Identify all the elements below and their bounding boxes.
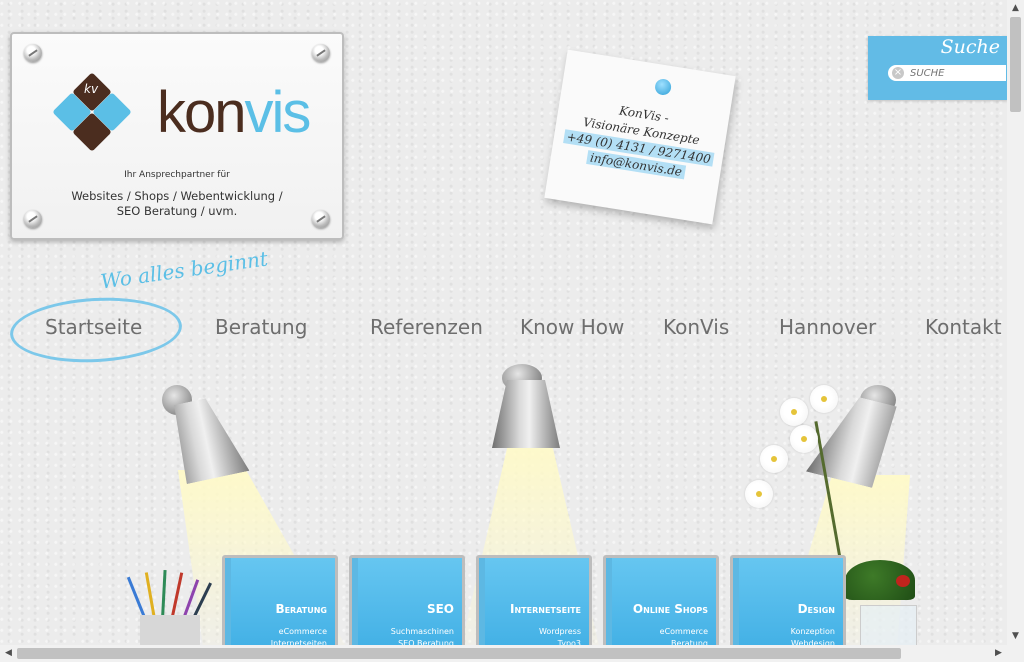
contact-note: KonVis - Visionäre Konzepte +49 (0) 4131… [544, 49, 736, 225]
book-subtitle: Konzeption [790, 627, 835, 636]
logo-wordmark: konvis [157, 84, 311, 142]
nav-tagline: Wo alles beginnt [99, 246, 270, 294]
search-input[interactable] [888, 65, 1006, 81]
vertical-scroll-thumb[interactable] [1010, 17, 1021, 112]
nav-item-referenzen[interactable]: Referenzen [370, 315, 483, 339]
book-title: Design [797, 602, 835, 616]
logo-brand-accent: vis [244, 80, 312, 145]
nav-item-know-how[interactable]: Know How [520, 315, 624, 339]
nav-item-beratung[interactable]: Beratung [215, 315, 307, 339]
book-title: Online Shops [632, 602, 708, 616]
nav-item-konvis[interactable]: KonVis [663, 315, 729, 339]
pushpin-icon [653, 77, 673, 97]
logo-services-line1: Websites / Shops / Webentwicklung / [71, 189, 283, 203]
book-subtitle: Wordpress [538, 627, 581, 636]
screw-icon [24, 44, 42, 62]
search-panel: Suche × [868, 36, 1008, 100]
scroll-up-icon[interactable]: ▲ [1007, 0, 1024, 17]
book-title: Internetseite [510, 602, 581, 616]
logo-monogram: kv [84, 82, 99, 96]
nav-item-kontakt[interactable]: Kontakt [925, 315, 1002, 339]
book-subtitle: Suchmaschinen [390, 627, 454, 636]
screw-icon [312, 44, 330, 62]
book-subtitle: eCommerce [278, 627, 327, 636]
book-title: Beratung [275, 602, 327, 616]
clear-icon[interactable]: × [892, 67, 904, 79]
logo-plate[interactable]: kv konvis Ihr Ansprechpartner für Websit… [10, 32, 344, 240]
logo-services-line2: SEO Beratung / uvm. [116, 204, 238, 218]
book-title: SEO [426, 602, 454, 616]
ladybug-icon [896, 575, 910, 587]
scroll-right-icon[interactable]: ▶ [990, 645, 1007, 662]
horizontal-scroll-thumb[interactable] [17, 648, 901, 659]
nav-item-hannover[interactable]: Hannover [779, 315, 876, 339]
scroll-left-icon[interactable]: ◀ [0, 645, 17, 662]
book-subtitle: eCommerce [659, 627, 708, 636]
scroll-down-icon[interactable]: ▼ [1007, 628, 1024, 645]
search-title: Suche [940, 36, 1000, 58]
logo-services: Websites / Shops / Webentwicklung / SEO … [12, 189, 342, 219]
logo-tagline: Ihr Ansprechpartner für [124, 170, 230, 180]
nav-item-startseite[interactable]: Startseite [45, 315, 142, 339]
logo-brand-main: kon [157, 80, 247, 145]
